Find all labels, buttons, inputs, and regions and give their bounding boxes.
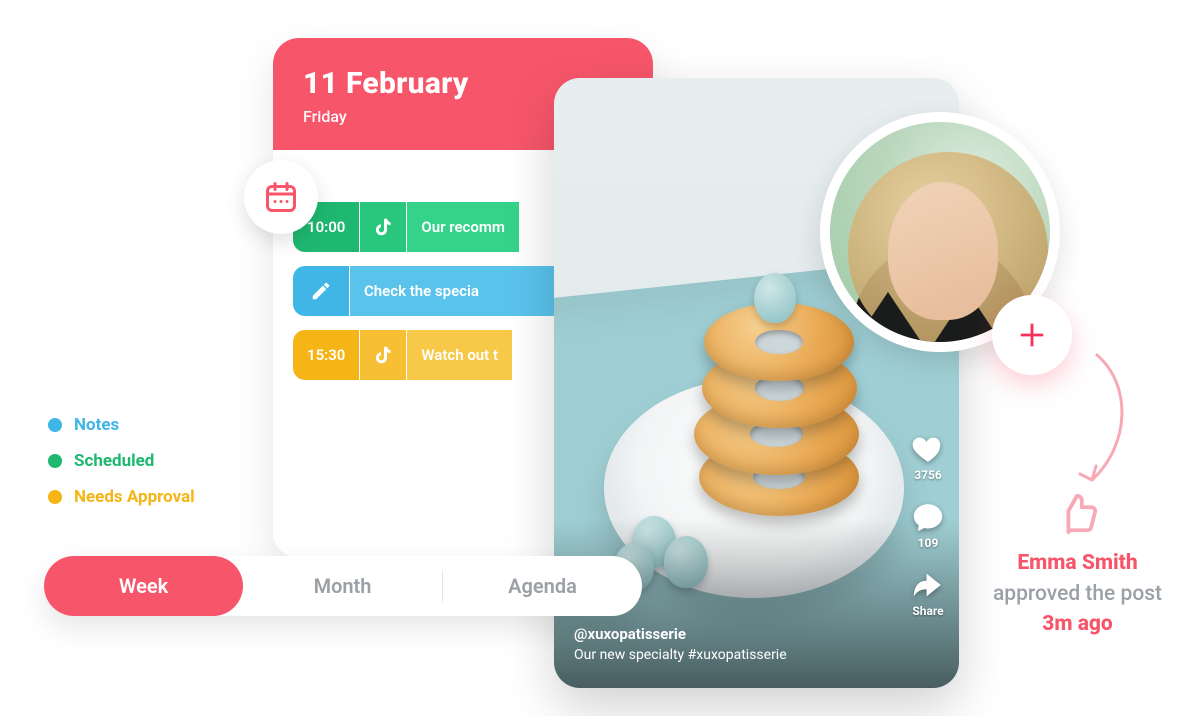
legend-label: Notes [74,415,119,435]
dot-icon [48,490,62,504]
share-label: Share [912,604,943,618]
tiktok-icon [360,202,406,252]
dot-icon [48,454,62,468]
dot-icon [48,418,62,432]
tab-month[interactable]: Month [243,574,442,598]
thumbs-up-icon [980,490,1175,542]
like-button[interactable]: 3756 [911,432,945,482]
view-toggle: Week Month Agenda [44,556,642,616]
legend-label: Scheduled [74,451,154,471]
approval-status: Emma Smith approved the post 3m ago [980,490,1175,640]
tiktok-icon [360,330,406,380]
event-time: 15:30 [293,330,359,380]
legend: Notes Scheduled Needs Approval [48,415,195,507]
legend-needs-approval: Needs Approval [48,487,195,507]
post-text: Our new specialty #xuxopatisserie [574,645,787,666]
comment-button[interactable]: 109 [911,500,945,550]
post-caption: @xuxopatisserie Our new specialty #xuxop… [574,623,787,667]
add-button[interactable] [992,295,1072,375]
arrow-icon [1062,345,1142,499]
plus-icon [1015,318,1049,352]
calendar-icon [244,160,318,234]
legend-label: Needs Approval [74,487,195,507]
tab-week[interactable]: Week [44,556,243,616]
event-title: Our recomm [407,202,519,252]
reviewer-name: Emma Smith [1017,551,1137,575]
comment-count: 109 [918,536,939,550]
legend-scheduled: Scheduled [48,451,195,471]
legend-notes: Notes [48,415,195,435]
approval-text: approved the post [993,582,1162,606]
pencil-icon [293,266,349,316]
post-actions: 3756 109 Share [911,432,945,618]
like-count: 3756 [914,468,942,482]
post-handle: @xuxopatisserie [574,623,787,646]
tab-agenda[interactable]: Agenda [443,574,642,598]
approval-time: 3m ago [1042,612,1113,636]
event-title: Watch out t [407,330,512,380]
share-button[interactable]: Share [911,568,945,618]
